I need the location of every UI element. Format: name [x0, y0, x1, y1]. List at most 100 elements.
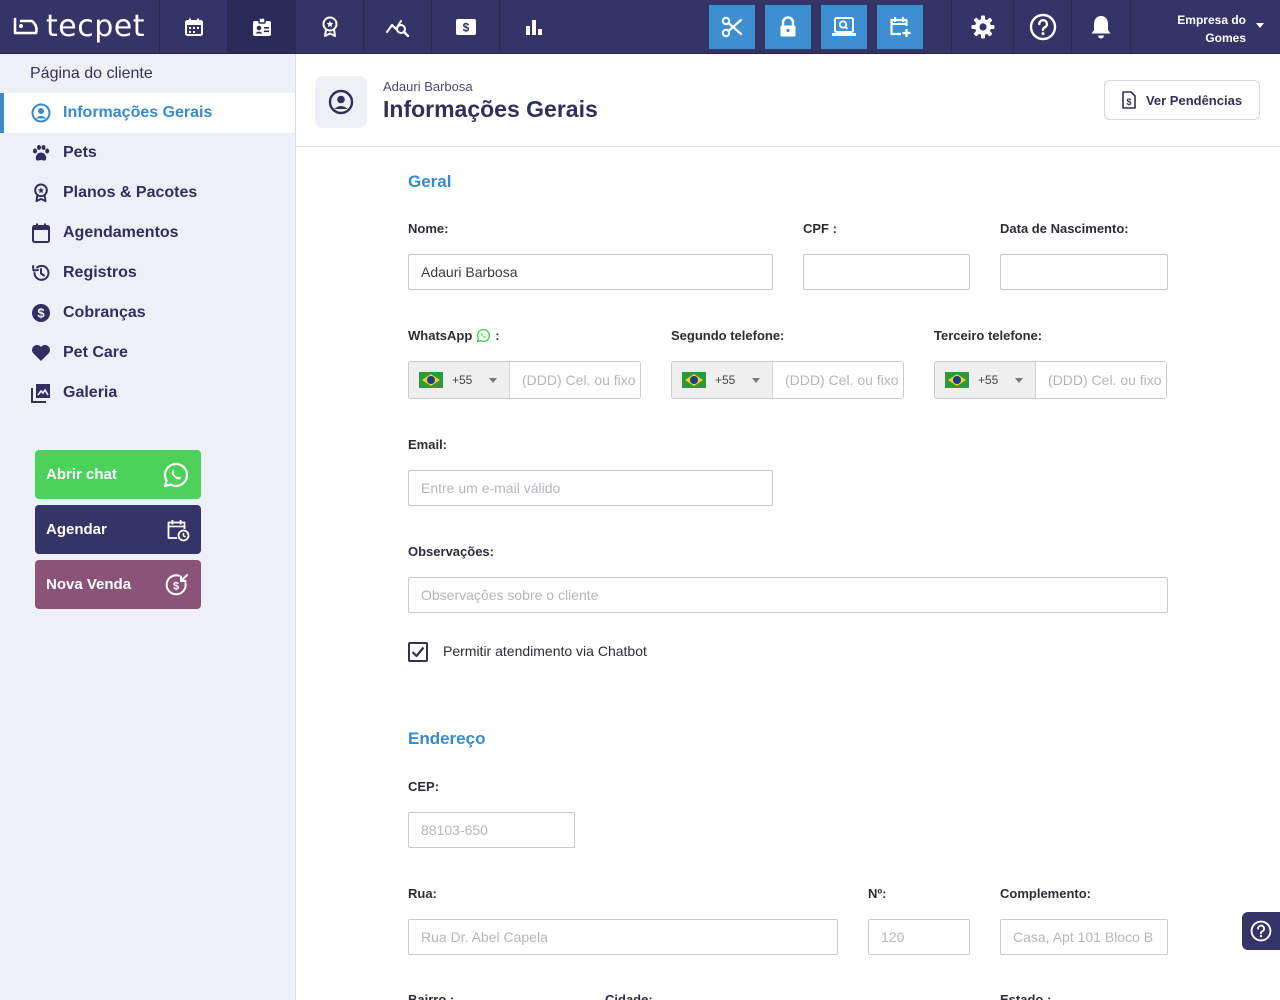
checkmark-icon: [411, 646, 425, 658]
user-circle-icon: [31, 103, 51, 123]
add-appointment-button[interactable]: [877, 5, 923, 49]
open-chat-button[interactable]: Abrir chat: [35, 450, 201, 499]
dollar-icon: $: [31, 303, 51, 323]
email-label: Email:: [408, 437, 448, 452]
svg-text:$: $: [462, 20, 469, 34]
country-code-value: +55: [452, 373, 473, 387]
nav-plans[interactable]: [295, 0, 363, 53]
new-sale-button[interactable]: Nova Venda $: [35, 560, 201, 609]
email-field[interactable]: [408, 470, 773, 506]
heart-icon: [31, 343, 51, 363]
state-label: Estado :: [1000, 992, 1052, 1000]
help-chat-button[interactable]: [1242, 912, 1280, 950]
sidebar-item-pets[interactable]: Pets: [0, 133, 295, 173]
company-name-line1: Empresa do: [1177, 13, 1246, 27]
logo-text: tecpet: [46, 8, 145, 44]
third-phone-input[interactable]: [1036, 362, 1166, 398]
street-field[interactable]: [408, 919, 838, 955]
country-code-select[interactable]: +55: [672, 362, 773, 398]
client-sidebar: Página do cliente Informações Gerais Pet…: [0, 54, 296, 1000]
country-code-value: +55: [715, 373, 736, 387]
client-card-icon: [252, 16, 271, 36]
sidebar-item-label: Registros: [63, 264, 137, 281]
tecpet-logo[interactable]: tecpet: [12, 7, 145, 45]
sidebar-item-label: Pet Care: [63, 344, 128, 361]
calendar-clock-icon: [167, 519, 190, 541]
schedule-button[interactable]: Agendar: [35, 505, 201, 554]
sidebar-item-records[interactable]: Registros: [0, 253, 295, 293]
nav-clients[interactable]: [227, 0, 295, 53]
award-icon: [322, 16, 337, 37]
chevron-down-icon: [752, 377, 761, 383]
nav-finance[interactable]: $: [431, 0, 499, 53]
whatsapp-icon: [163, 462, 189, 487]
country-code-select[interactable]: +55: [935, 362, 1036, 398]
cpf-field[interactable]: [803, 254, 970, 290]
help-icon: [1250, 920, 1272, 942]
nav-reports[interactable]: [499, 0, 567, 53]
bar-chart-icon: [525, 19, 542, 35]
second-phone-field: +55: [671, 361, 904, 399]
scissors-button[interactable]: [709, 5, 755, 49]
svg-text:$: $: [173, 580, 179, 592]
name-field[interactable]: [408, 254, 773, 290]
help-button[interactable]: [1013, 0, 1071, 53]
notifications-button[interactable]: [1071, 0, 1130, 53]
chatbot-checkbox-label: Permitir atendimento via Chatbot: [443, 643, 647, 659]
number-label: Nº:: [868, 886, 887, 901]
notes-field[interactable]: [408, 577, 1168, 613]
sidebar-item-gallery[interactable]: Galeria: [0, 373, 295, 413]
sidebar-item-billing[interactable]: $ Cobranças: [0, 293, 295, 333]
country-code-value: +55: [978, 373, 999, 387]
company-selector[interactable]: Empresa do Gomes: [1130, 0, 1280, 53]
money-icon: $: [455, 18, 476, 35]
whatsapp-icon: [477, 328, 491, 343]
country-code-select[interactable]: +55: [409, 362, 510, 398]
sidebar-item-appointments[interactable]: Agendamentos: [0, 213, 295, 253]
cashier-button[interactable]: [821, 5, 867, 49]
view-pending-button[interactable]: $ Ver Pendências: [1104, 80, 1260, 120]
award-icon: [31, 183, 51, 203]
number-field[interactable]: [868, 919, 970, 955]
scissors-icon: [721, 16, 743, 38]
whatsapp-label: WhatsApp :: [408, 328, 500, 343]
calendar-add-icon: [890, 17, 911, 37]
calendar-icon: [184, 18, 203, 36]
gear-icon: [971, 15, 994, 38]
whatsapp-label-colon: :: [495, 328, 500, 343]
sidebar-title: Página do cliente: [30, 65, 153, 82]
sidebar-item-plans[interactable]: Planos & Pacotes: [0, 173, 295, 213]
nav-calendar[interactable]: [159, 0, 227, 53]
paw-icon: [31, 143, 51, 163]
complement-field[interactable]: [1000, 919, 1168, 955]
whatsapp-phone-field: +55: [408, 361, 641, 399]
calendar-icon: [31, 223, 51, 243]
whatsapp-number-input[interactable]: [510, 362, 640, 398]
brazil-flag-icon: [682, 372, 706, 388]
client-name: Adauri Barbosa: [383, 79, 473, 94]
cpf-label: CPF :: [803, 221, 837, 236]
lock-icon: [780, 16, 796, 37]
money-arrow-icon: $: [165, 573, 188, 595]
birth-date-field[interactable]: [1000, 254, 1168, 290]
page-header: Adauri Barbosa Informações Gerais $ Ver …: [296, 54, 1280, 147]
cep-field[interactable]: [408, 812, 575, 848]
gallery-icon: [31, 383, 51, 403]
page-title: Informações Gerais: [383, 96, 598, 122]
svg-text:$: $: [1126, 97, 1131, 107]
cep-label: CEP:: [408, 779, 440, 794]
sidebar-item-label: Informações Gerais: [63, 104, 213, 121]
sidebar-item-pet-care[interactable]: Pet Care: [0, 333, 295, 373]
nav-analytics[interactable]: [363, 0, 431, 53]
open-chat-label: Abrir chat: [46, 466, 117, 483]
lock-button[interactable]: [765, 5, 811, 49]
settings-button[interactable]: [951, 0, 1013, 53]
history-icon: [31, 263, 51, 283]
second-phone-input[interactable]: [773, 362, 903, 398]
third-phone-label: Terceiro telefone:: [934, 328, 1043, 343]
sidebar-item-general-info[interactable]: Informações Gerais: [0, 93, 295, 133]
name-label: Nome:: [408, 221, 449, 236]
new-sale-label: Nova Venda: [46, 576, 132, 593]
chatbot-checkbox[interactable]: [408, 642, 428, 662]
user-circle-icon: [328, 89, 354, 115]
